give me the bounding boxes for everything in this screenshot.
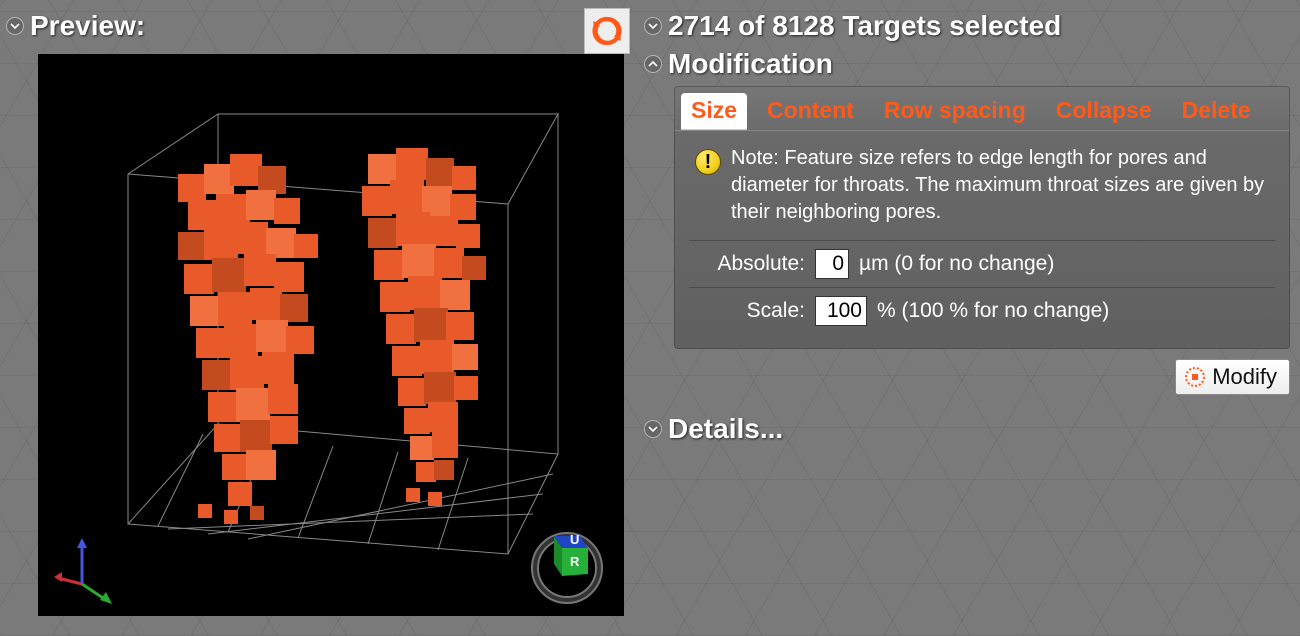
tab-delete[interactable]: Delete bbox=[1172, 93, 1261, 130]
viewcube-front-label: R bbox=[570, 554, 580, 569]
tab-size[interactable]: Size bbox=[681, 93, 747, 130]
warning-icon: ! bbox=[695, 149, 721, 175]
refresh-button[interactable] bbox=[584, 8, 630, 54]
right-pane: 2714 of 8128 Targets selected Modificati… bbox=[640, 0, 1300, 636]
chevron-down-icon[interactable] bbox=[644, 420, 662, 438]
modify-button-label: Modify bbox=[1212, 364, 1277, 390]
view-cube[interactable]: U R bbox=[524, 518, 610, 604]
modify-button[interactable]: Modify bbox=[1175, 359, 1290, 395]
modification-title: Modification bbox=[668, 48, 833, 80]
modification-tabs: Size Content Row spacing Collapse Delete bbox=[674, 86, 1290, 130]
targets-header[interactable]: 2714 of 8128 Targets selected bbox=[644, 10, 1290, 42]
preview-header[interactable]: Preview: bbox=[6, 10, 584, 42]
chevron-up-icon[interactable] bbox=[644, 55, 662, 73]
modify-icon bbox=[1184, 366, 1206, 388]
modification-body: ! Note: Feature size refers to edge leng… bbox=[674, 130, 1290, 349]
tab-row-spacing[interactable]: Row spacing bbox=[874, 93, 1036, 130]
scale-input[interactable] bbox=[815, 296, 867, 326]
axis-gizmo[interactable] bbox=[52, 534, 122, 604]
preview-title-text: Preview: bbox=[30, 10, 145, 42]
note-row: ! Note: Feature size refers to edge leng… bbox=[689, 141, 1275, 240]
modification-panel: Size Content Row spacing Collapse Delete… bbox=[674, 86, 1290, 395]
refresh-icon bbox=[590, 14, 624, 48]
note-text: Note: Feature size refers to edge length… bbox=[731, 145, 1269, 226]
absolute-row: Absolute: µm (0 for no change) bbox=[689, 240, 1275, 287]
absolute-unit-hint: µm (0 for no change) bbox=[859, 252, 1054, 276]
chevron-down-icon[interactable] bbox=[644, 17, 662, 35]
details-title: Details... bbox=[668, 413, 783, 445]
tab-collapse[interactable]: Collapse bbox=[1046, 93, 1162, 130]
scale-unit-hint: % (100 % for no change) bbox=[877, 299, 1109, 323]
details-header[interactable]: Details... bbox=[644, 413, 1290, 445]
targets-selected-label: 2714 of 8128 Targets selected bbox=[668, 10, 1061, 42]
absolute-input[interactable] bbox=[815, 249, 849, 279]
preview-viewport[interactable]: U R bbox=[38, 54, 624, 616]
scale-row: Scale: % (100 % for no change) bbox=[689, 287, 1275, 334]
modification-header[interactable]: Modification bbox=[644, 48, 1290, 80]
viewcube-top-label: U bbox=[570, 532, 579, 547]
tab-content[interactable]: Content bbox=[757, 93, 864, 130]
left-pane: Preview: bbox=[0, 0, 640, 636]
scale-label: Scale: bbox=[695, 299, 805, 323]
chevron-down-icon[interactable] bbox=[6, 17, 24, 35]
absolute-label: Absolute: bbox=[695, 252, 805, 276]
